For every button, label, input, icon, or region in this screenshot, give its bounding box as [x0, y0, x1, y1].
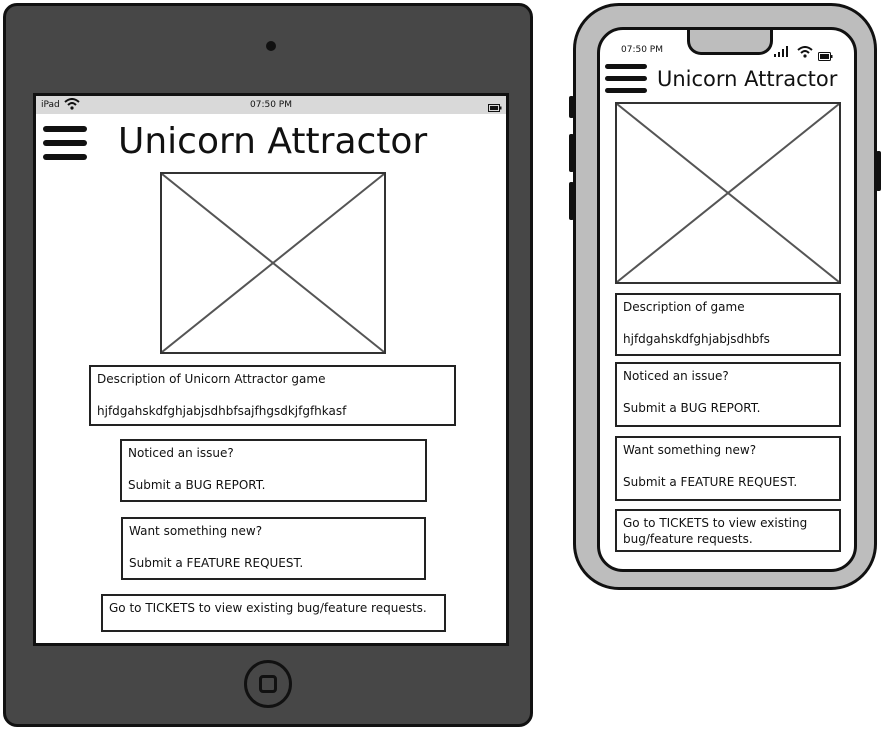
feature-question: Want something new? — [129, 524, 263, 538]
bug-question: Noticed an issue? — [128, 446, 234, 460]
battery-icon — [488, 101, 502, 119]
bug-report-link[interactable]: Submit a BUG REPORT. — [128, 478, 265, 492]
feature-request-link[interactable]: Submit a FEATURE REQUEST. — [129, 556, 303, 570]
image-placeholder-icon — [160, 172, 386, 354]
bug-report-box[interactable]: Noticed an issue? Submit a BUG REPORT. — [120, 439, 427, 502]
game-description-box: Description of game hjfdgahskdfghjabjsdh… — [615, 293, 841, 356]
bug-question: Noticed an issue? — [623, 369, 729, 383]
status-time: 07:50 PM — [621, 45, 663, 55]
feature-question: Want something new? — [623, 443, 757, 457]
feature-request-box[interactable]: Want something new? Submit a FEATURE REQ… — [121, 517, 426, 580]
description-body: hjfdgahskdfghjabjsdhbfs — [623, 332, 770, 346]
hamburger-menu-icon[interactable] — [605, 64, 647, 98]
hamburger-menu-icon[interactable] — [43, 126, 87, 162]
status-time: 07:50 PM — [250, 100, 292, 110]
ipad-device: iPad 07:50 PM Unicorn Attractor Descript… — [3, 3, 533, 727]
image-placeholder-icon — [615, 102, 841, 284]
tickets-box[interactable]: Go to TICKETS to view existing bug/featu… — [615, 509, 841, 552]
battery-icon — [818, 46, 833, 65]
tickets-link[interactable]: Go to TICKETS to view existing bug/featu… — [109, 601, 427, 615]
tickets-link-line1[interactable]: Go to TICKETS to view existing — [623, 516, 807, 530]
page-title: Unicorn Attractor — [657, 67, 838, 91]
description-body: hjfdgahskdfghjabjsdhbfsajfhgsdkjfgfhkasf — [97, 404, 347, 418]
wifi-icon — [797, 43, 813, 62]
notch — [687, 30, 773, 55]
tickets-link-line2[interactable]: bug/feature requests. — [623, 532, 753, 546]
ipad-screen: iPad 07:50 PM Unicorn Attractor Descript… — [33, 93, 509, 646]
feature-request-link[interactable]: Submit a FEATURE REQUEST. — [623, 475, 797, 489]
tickets-box[interactable]: Go to TICKETS to view existing bug/featu… — [101, 594, 446, 632]
volume-up-button — [569, 134, 574, 172]
camera-icon — [266, 41, 276, 51]
feature-request-box[interactable]: Want something new? Submit a FEATURE REQ… — [615, 436, 841, 501]
side-button — [569, 96, 574, 118]
signal-icon — [773, 42, 789, 61]
iphone-screen: 07:50 PM Unicorn Attractor Description o… — [597, 27, 857, 572]
description-heading: Description of game — [623, 300, 745, 314]
status-bar: iPad 07:50 PM — [36, 96, 506, 114]
page-title: Unicorn Attractor — [118, 121, 428, 162]
bug-report-box[interactable]: Noticed an issue? Submit a BUG REPORT. — [615, 362, 841, 427]
power-button — [876, 151, 881, 191]
description-heading: Description of Unicorn Attractor game — [97, 372, 326, 386]
bug-report-link[interactable]: Submit a BUG REPORT. — [623, 401, 760, 415]
game-description-box: Description of Unicorn Attractor game hj… — [89, 365, 456, 426]
volume-down-button — [569, 182, 574, 220]
iphone-device: 07:50 PM Unicorn Attractor Description o… — [569, 3, 881, 590]
home-button-icon[interactable] — [244, 660, 292, 708]
